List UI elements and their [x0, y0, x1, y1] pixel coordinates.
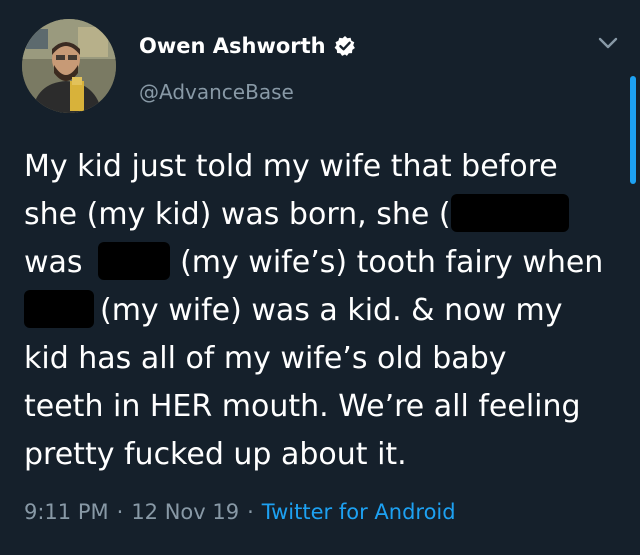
tweet-body: My kid just told my wife that before she… [24, 143, 624, 479]
tweet-text: My kid just told my wife that before [24, 149, 558, 184]
tweet-text: kid has all of my wife’s old baby [24, 341, 507, 376]
tweet-source-link[interactable]: Twitter for Android [262, 500, 456, 524]
user-handle[interactable]: @AdvanceBase [139, 80, 294, 104]
redaction-block [450, 193, 569, 232]
tweet-text: (my wife) was a kid. & now my [100, 293, 563, 328]
tweet-text: (my wife’s) tooth fairy when [180, 245, 604, 280]
meta-separator: · [247, 500, 254, 524]
avatar-photo [22, 19, 116, 113]
tweet-text: teeth in HER mouth. We’re all feeling [24, 389, 581, 424]
chevron-down-icon[interactable] [596, 34, 620, 52]
display-name[interactable]: Owen Ashworth [139, 34, 326, 58]
tweet-card: Owen Ashworth @AdvanceBase My kid just t… [0, 0, 640, 555]
redaction-block [98, 241, 171, 280]
redaction-block [24, 289, 94, 328]
tweet-text: she (my kid) was born, she ( [24, 197, 451, 232]
author-row[interactable]: Owen Ashworth [139, 32, 356, 60]
tweet-body-line: she (my kid) was born, she ( [24, 191, 624, 239]
scrollbar-thumb[interactable] [630, 76, 636, 184]
tweet-body-line: kid has all of my wife’s old baby [24, 335, 624, 383]
tweet-body-line: teeth in HER mouth. We’re all feeling [24, 383, 624, 431]
meta-separator: · [116, 500, 124, 524]
tweet-meta: 9:11 PM · 12 Nov 19 · Twitter for Androi… [24, 500, 456, 524]
tweet-date[interactable]: 12 Nov 19 [131, 500, 239, 524]
tweet-text: pretty fucked up about it. [24, 437, 407, 472]
tweet-time[interactable]: 9:11 PM [24, 500, 109, 524]
avatar[interactable] [22, 19, 116, 113]
verified-badge-icon [334, 35, 356, 57]
tweet-body-line: My kid just told my wife that before [24, 143, 624, 191]
tweet-body-line: was (my wife’s) tooth fairy when [24, 239, 624, 287]
tweet-body-line: pretty fucked up about it. [24, 431, 624, 479]
tweet-body-line: (my wife) was a kid. & now my [24, 287, 624, 335]
tweet-text: was [24, 245, 93, 280]
